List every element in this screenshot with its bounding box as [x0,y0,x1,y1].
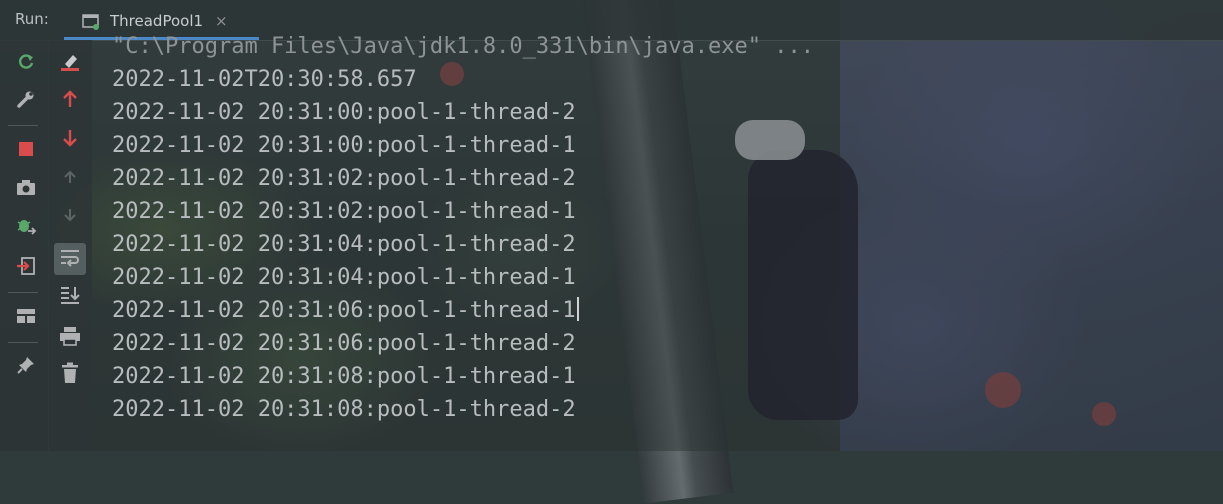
console-line: 2022-11-02 20:31:08:pool-1-thread-2 [112,397,576,422]
console-line: 2022-11-02 20:31:04:pool-1-thread-2 [112,232,576,257]
wrench-icon [16,89,36,113]
stop-icon [18,141,34,161]
tab-label: ThreadPool1 [110,12,204,30]
next-occurrence-button[interactable] [56,126,84,154]
console-line: 2022-11-02T20:30:58.657 [112,67,417,92]
run-toolbar-secondary [48,40,92,451]
console-line: 2022-11-02 20:31:06:pool-1-thread-2 [112,331,576,356]
trash-icon [61,362,79,388]
down-disabled-icon [61,206,79,228]
clear-all-button[interactable] [56,50,84,78]
down-arrow-icon [61,129,79,151]
run-toolbar-primary [0,40,49,451]
dump-threads-button[interactable] [12,176,40,204]
rerun-button[interactable] [12,50,40,78]
debug-settings-icon [15,215,37,241]
up-arrow-icon [61,90,79,112]
console-output[interactable]: "C:\Program Files\Java\jdk1.8.0_331\bin\… [92,34,1223,451]
layout-icon [16,307,36,329]
console-tab-icon [82,14,99,30]
console-line-with-caret: 2022-11-02 20:31:06:pool-1-thread-1 [112,294,579,327]
layout-button[interactable] [12,304,40,332]
up-disabled-icon [61,168,79,190]
delete-button[interactable] [56,361,84,389]
console-line: 2022-11-02 20:31:04:pool-1-thread-1 [112,265,576,290]
console-line: 2022-11-02 20:31:02:pool-1-thread-2 [112,166,576,191]
camera-icon [16,179,36,201]
console-line: 2022-11-02 20:31:00:pool-1-thread-2 [112,100,576,125]
previous-occurrence-button[interactable] [56,87,84,115]
down-disabled-button[interactable] [56,203,84,231]
pin-icon [16,355,36,379]
stop-button[interactable] [12,137,40,165]
toolbar-separator [8,292,38,293]
toolbar-separator [8,342,38,343]
clear-icon [59,52,81,76]
console-line: 2022-11-02 20:31:02:pool-1-thread-1 [112,199,576,224]
console-command-line: "C:\Program Files\Java\jdk1.8.0_331\bin\… [112,34,814,59]
tab-close-icon[interactable]: × [215,12,228,30]
scroll-to-end-button[interactable] [56,283,84,311]
toolbar-separator [8,125,38,126]
console-line: 2022-11-02 20:31:08:pool-1-thread-1 [112,364,576,389]
exit-button[interactable] [12,254,40,282]
up-disabled-button[interactable] [56,165,84,193]
soft-wrap-button[interactable] [54,243,86,275]
run-label: Run: [15,10,49,28]
pin-tab-button[interactable] [12,353,40,381]
soft-wrap-icon [59,247,81,271]
modify-run-config-button[interactable] [12,87,40,115]
login-icon [16,256,36,280]
rerun-icon [16,52,36,76]
debug-settings-button[interactable] [12,214,40,242]
print-icon [59,326,81,350]
console-line-text: 2022-11-02 20:31:06:pool-1-thread-1 [112,298,576,323]
text-caret [576,297,579,321]
print-button[interactable] [56,324,84,352]
console-line: 2022-11-02 20:31:00:pool-1-thread-1 [112,133,576,158]
scroll-to-end-icon [59,285,81,309]
